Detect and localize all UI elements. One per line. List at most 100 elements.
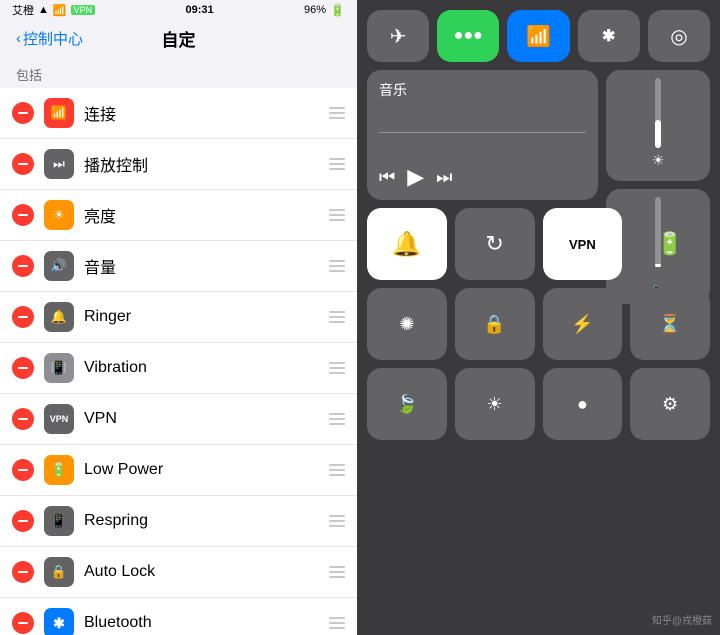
remove-button-volume[interactable] (12, 255, 34, 277)
vpn-badge: VPN (71, 5, 96, 15)
vibration-icon: 📳 (51, 360, 67, 376)
leaf-icon: 🍃 (396, 394, 418, 415)
camera-button[interactable]: ● (543, 368, 623, 440)
drag-handle[interactable] (329, 107, 345, 119)
list-item: ☀ 亮度 (0, 190, 357, 241)
list-item: ⏭ 播放控制 (0, 139, 357, 190)
music-title: 音乐 (379, 80, 586, 100)
airdrop-button[interactable]: ◎ (648, 10, 710, 62)
icon-glyph: 📶 (51, 105, 67, 121)
remove-button-lanjie[interactable] (12, 102, 34, 124)
list-item: 🔋 Low Power (0, 445, 357, 496)
battery-label: 96% (304, 4, 326, 16)
settings-button[interactable]: ⚙ (630, 368, 710, 440)
item-label-lanjie: 连接 (84, 101, 329, 125)
drag-handle[interactable] (329, 566, 345, 578)
low-brightness-button[interactable]: ☀ (455, 368, 535, 440)
drag-handle[interactable] (329, 617, 345, 629)
drag-handle[interactable] (329, 362, 345, 374)
remove-button-respring[interactable] (12, 510, 34, 532)
icon-glyph: ⏭ (53, 156, 65, 172)
drag-handle[interactable] (329, 464, 345, 476)
section-header: 包括 (0, 57, 357, 88)
item-label-vibration: Vibration (84, 359, 329, 377)
rotation-icon: ↻ (485, 231, 503, 257)
screen-brightness-button[interactable]: ✺ (367, 288, 447, 360)
airplane-icon: ✈ (390, 24, 407, 49)
item-icon-lanjie: 📶 (44, 98, 74, 128)
rotation-lock-button[interactable]: ↻ (455, 208, 535, 280)
status-bar: 艾橙 ▲ 📶 VPN 09:31 96% 🔋 (0, 0, 357, 20)
airplane-mode-button[interactable]: ✈ (367, 10, 429, 62)
drag-handle[interactable] (329, 209, 345, 221)
music-divider (379, 132, 586, 133)
vpn-toggle-button[interactable]: VPN (543, 208, 623, 280)
wifi-button[interactable]: 📶 (507, 10, 569, 62)
remove-button-playback[interactable] (12, 153, 34, 175)
lock-rotation-icon: 🔒 (483, 314, 505, 335)
item-icon-ringer: 🔔 (44, 302, 74, 332)
list-item: 📱 Respring (0, 496, 357, 547)
drag-handle[interactable] (329, 311, 345, 323)
do-not-disturb-button[interactable]: 🔔 (367, 208, 447, 280)
connectivity-row: ✈ ●●● 📶 ✱ ◎ (367, 10, 710, 62)
item-label-playback: 播放控制 (84, 152, 329, 176)
rewind-button[interactable]: ⏮ (379, 167, 395, 188)
leaf-button[interactable]: 🍃 (367, 368, 447, 440)
list-item: 🔊 音量 (0, 241, 357, 292)
low-battery-button[interactable]: 🔋 (630, 208, 710, 280)
item-icon-vibration: 📳 (44, 353, 74, 383)
gear-icon: ⚙ (662, 394, 678, 415)
volume-fill (655, 264, 661, 268)
timer-button[interactable]: ⏳ (630, 288, 710, 360)
remove-button-brightness[interactable] (12, 204, 34, 226)
lock-rotation-button[interactable]: 🔒 (455, 288, 535, 360)
remove-button-vibration[interactable] (12, 357, 34, 379)
phone-icon: 📱 (51, 513, 67, 529)
wifi-icon: 📶 (53, 4, 67, 17)
no-flash-button[interactable]: ⚡ (543, 288, 623, 360)
brightness-low-icon: ☀ (487, 394, 503, 415)
back-button[interactable]: ‹ 控制中心 (16, 28, 83, 49)
remove-button-ringer[interactable] (12, 306, 34, 328)
fastforward-button[interactable]: ⏭ (436, 167, 452, 188)
item-label-brightness: 亮度 (84, 203, 329, 227)
back-label: 控制中心 (23, 28, 83, 49)
drag-handle[interactable] (329, 260, 345, 272)
cellular-icon: ●●● (454, 27, 483, 45)
bluetooth-button[interactable]: ✱ (578, 10, 640, 62)
item-icon-bluetooth: ✱ (44, 608, 74, 635)
vpn-icon: VPN (50, 414, 69, 424)
fifth-row: 🍃 ☀ ● ⚙ (367, 368, 710, 440)
icon-glyph: 🔊 (51, 258, 67, 274)
remove-button-lowpower[interactable] (12, 459, 34, 481)
chevron-left-icon: ‹ (16, 30, 21, 47)
drag-handle[interactable] (329, 158, 345, 170)
volume-track (655, 197, 661, 267)
list-item: VPN VPN (0, 394, 357, 445)
item-icon-autolock: 🔒 (44, 557, 74, 587)
battery-icon: 🔋 (330, 3, 345, 17)
cellular-button[interactable]: ●●● (437, 10, 499, 62)
items-list: 📶 连接 ⏭ 播放控制 ☀ 亮度 🔊 (0, 88, 357, 635)
carrier-label: 艾橙 (12, 2, 34, 18)
item-icon-playback: ⏭ (44, 149, 74, 179)
timer-icon: ⏳ (659, 314, 681, 335)
remove-button-vpn[interactable] (12, 408, 34, 430)
watermark: 知乎@戎橙菇 (652, 612, 712, 627)
music-box: 音乐 ⏮ ▶ ⏭ (367, 70, 598, 200)
drag-handle[interactable] (329, 515, 345, 527)
brightness-fill (655, 120, 661, 148)
left-panel: 艾橙 ▲ 📶 VPN 09:31 96% 🔋 ‹ 控制中心 自定 包括 📶 连接 (0, 0, 357, 635)
bluetooth-icon: ✱ (53, 615, 65, 632)
brightness-volume-controls: ☀ 0% 🔈 (606, 70, 710, 200)
item-label-autolock: Auto Lock (84, 563, 329, 581)
play-button[interactable]: ▶ (407, 164, 424, 190)
vpn-text-icon: VPN (569, 237, 596, 252)
brightness-slider[interactable]: ☀ (606, 70, 710, 181)
remove-button-autolock[interactable] (12, 561, 34, 583)
drag-handle[interactable] (329, 413, 345, 425)
music-controls: ⏮ ▶ ⏭ (379, 164, 586, 190)
airdrop-icon: ◎ (670, 24, 687, 49)
remove-button-bluetooth[interactable] (12, 612, 34, 634)
